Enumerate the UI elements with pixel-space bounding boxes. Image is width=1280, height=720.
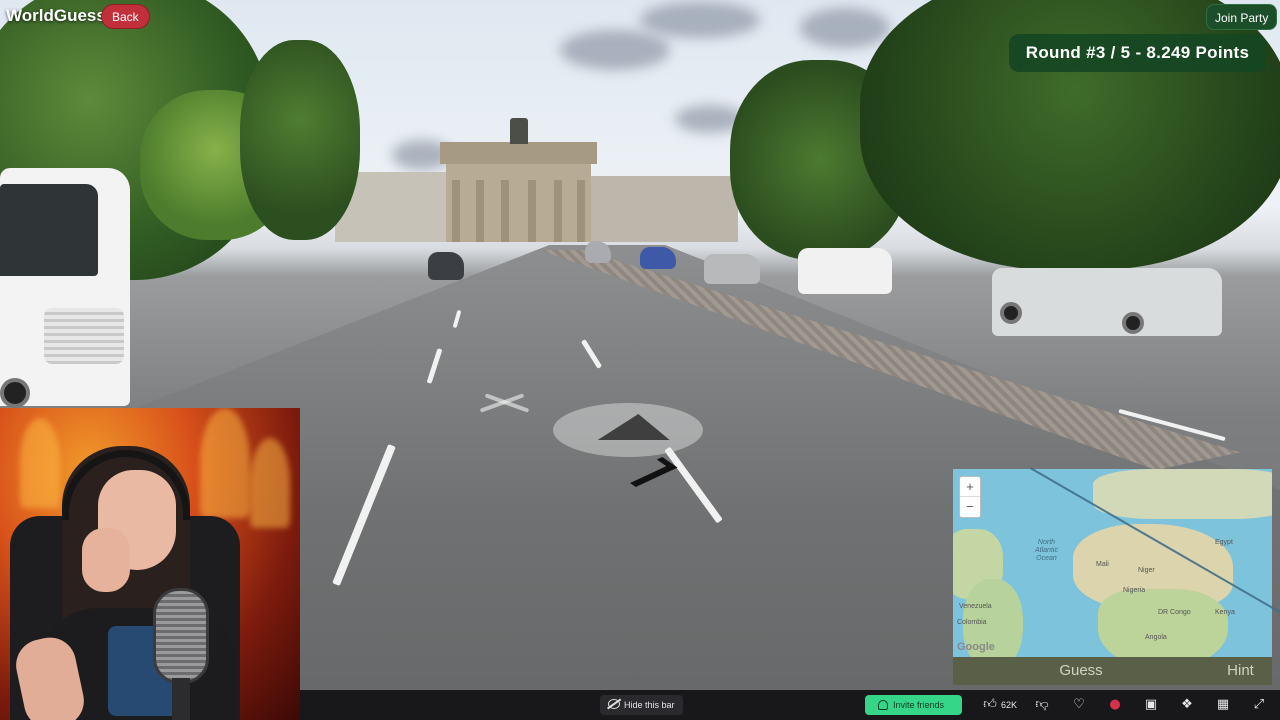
flame [200,408,250,518]
white-van [798,248,892,294]
car [640,247,676,269]
land-europe [1093,469,1272,519]
join-party-button[interactable]: Join Party [1206,4,1278,30]
hide-bar-button[interactable]: Hide this bar [600,695,683,715]
thumbs-up-icon[interactable]: 👍︎ [981,696,999,714]
hide-bar-label: Hide this bar [624,700,675,710]
tree [240,40,360,240]
map-label-venezuela: Venezuela [959,603,992,610]
map-label-niger: Niger [1138,567,1155,574]
map-label-kenya: Kenya [1215,609,1235,616]
map-label-dr-congo: DR Congo [1158,609,1191,616]
land-central-africa [1098,589,1228,657]
car [704,254,760,284]
map-zoom-control: + − [959,476,981,518]
zoom-out-button[interactable]: − [960,497,980,517]
map-label-mali: Mali [1096,561,1109,568]
cloud [560,30,670,70]
flame [20,418,60,508]
thumbs-down-icon[interactable]: 👎︎ [1033,696,1051,714]
streamer-hand [82,528,130,592]
guess-minimap[interactable]: North Atlantic Ocean Venezuela Colombia … [953,469,1272,657]
invite-friends-button[interactable]: Invite friends [865,695,962,715]
brandenburg-gate [440,118,597,242]
map-label-nigeria: Nigeria [1123,587,1146,594]
google-logo: Google [957,641,995,653]
white-bus [0,168,130,408]
silver-minivan [992,268,1222,336]
building-right [588,176,738,242]
car [585,241,611,263]
bottom-extension-bar [300,690,1280,720]
zoom-in-button[interactable]: + [960,477,980,497]
app-title: WorldGuessr [6,6,113,25]
microphone-stand [172,678,190,720]
fullscreen-icon[interactable]: ⤢ [1250,696,1268,714]
invite-friends-label: Invite friends [893,700,945,710]
eye-off-icon [608,699,620,709]
move-forward-arrow-icon[interactable] [597,414,675,440]
record-icon[interactable]: ● [1106,696,1124,714]
streamer-webcam [0,408,300,720]
flame [250,438,290,528]
back-button[interactable]: Back [101,4,150,29]
map-label-colombia: Colombia [957,619,987,626]
map-label-angola: Angola [1145,634,1167,641]
cloud [640,2,760,38]
chat-icon[interactable]: ▣ [1142,696,1160,714]
guess-button[interactable]: Guess [953,657,1209,685]
round-status-badge: Round #3 / 5 - 8.249 Points [1009,34,1266,72]
car [428,252,464,280]
hint-button[interactable]: Hint [1209,657,1272,685]
microphone-icon [153,588,209,684]
puzzle-icon[interactable]: ❖ [1178,696,1196,714]
map-label-egypt: Egypt [1215,539,1233,546]
heart-icon[interactable]: ♡ [1070,696,1088,714]
grid-icon[interactable]: ▦ [1214,696,1232,714]
users-icon [878,700,888,710]
map-label-ocean: North Atlantic Ocean [1035,539,1058,562]
like-count: 62K [1001,700,1018,710]
cloud [800,8,890,48]
